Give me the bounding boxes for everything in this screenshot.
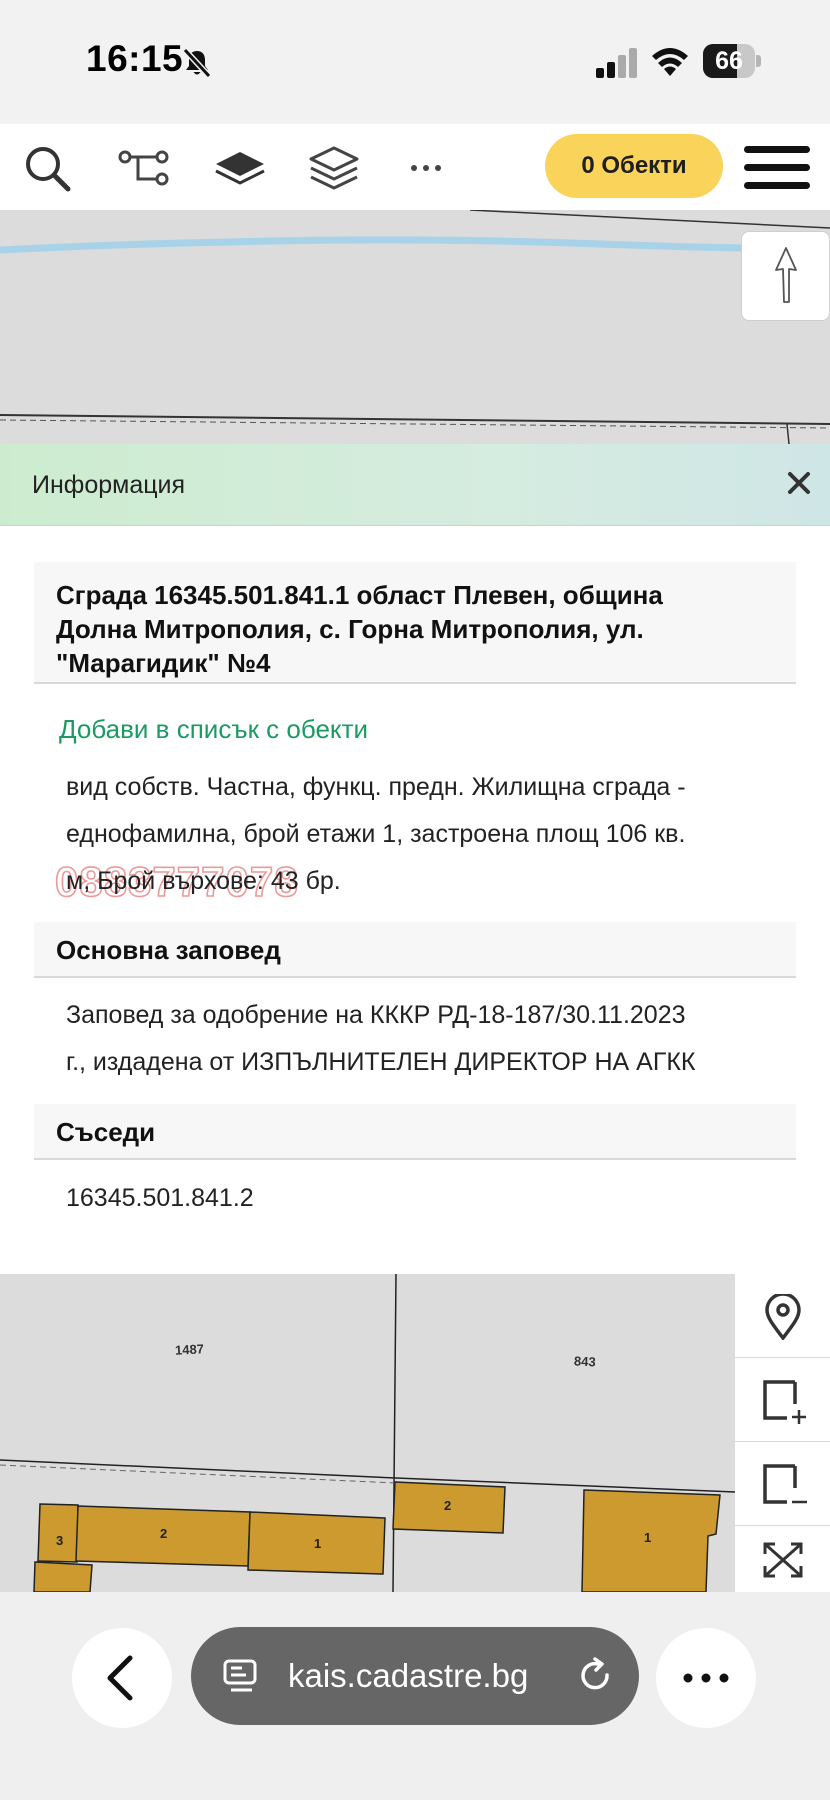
- browser-bottom-bar: kais.cadastre.bg: [0, 1592, 830, 1800]
- battery-level-text: 66: [715, 47, 743, 75]
- search-icon[interactable]: [22, 144, 74, 192]
- building-number: 2: [444, 1498, 452, 1513]
- route-icon[interactable]: [118, 144, 170, 192]
- hamburger-menu-icon[interactable]: [744, 144, 810, 192]
- select-remove-button[interactable]: [735, 1442, 830, 1526]
- map-toolbar: 0 Обекти: [0, 124, 830, 210]
- info-panel-header: Информация: [0, 444, 830, 526]
- description-line: вид собств. Частна, функц. предн. Жилищн…: [66, 773, 686, 801]
- neighbor-link[interactable]: 16345.501.841.2: [66, 1178, 254, 1218]
- battery-icon: 66: [703, 44, 761, 78]
- location-button[interactable]: [735, 1274, 830, 1358]
- order-line: Заповед за одобрение на КККР РД-18-187/3…: [66, 1001, 686, 1029]
- map-view-bottom[interactable]: 1487 843 3 2 1 2 1: [0, 1274, 830, 1592]
- fullscreen-button[interactable]: [735, 1526, 830, 1592]
- building-number: 1: [314, 1536, 322, 1551]
- building-number: 1: [644, 1530, 652, 1545]
- bell-muted-icon: [182, 47, 212, 79]
- app-root: 16:15 66 0 Обекти Информация Сграда 1634…: [0, 0, 830, 1800]
- order-line: г., издадена от ИЗПЪЛНИТЕЛЕН ДИРЕКТОР НА…: [66, 1048, 696, 1076]
- layer-icon[interactable]: [214, 144, 266, 192]
- neighbors-heading: Съседи: [34, 1104, 796, 1160]
- select-add-button[interactable]: [735, 1358, 830, 1442]
- object-title-line: Сграда 16345.501.841.1 област Плевен, об…: [56, 580, 663, 610]
- map-view-top[interactable]: [0, 210, 830, 444]
- info-panel-title: Информация: [32, 471, 186, 499]
- map-canvas-top: [0, 210, 830, 444]
- object-title-line: Долна Митрополия, с. Горна Митрополия, у…: [56, 614, 644, 644]
- location-pin-icon: [765, 1294, 801, 1340]
- wifi-icon: [652, 48, 688, 76]
- info-panel-body: Сграда 16345.501.841.1 област Плевен, об…: [0, 526, 830, 1274]
- browser-more-button[interactable]: [656, 1628, 756, 1728]
- building-number: 3: [56, 1533, 64, 1548]
- objects-button[interactable]: 0 Обекти: [545, 134, 723, 198]
- description-line: еднофамилна, брой етажи 1, застроена пло…: [66, 820, 686, 848]
- building-number: 2: [160, 1526, 168, 1541]
- status-bar: 16:15 66: [0, 0, 830, 124]
- back-chevron-icon: [107, 1655, 133, 1701]
- url-text: kais.cadastre.bg: [288, 1657, 529, 1694]
- parcel-label: 1487: [174, 1341, 205, 1358]
- map-canvas-bottom: [0, 1274, 736, 1592]
- north-arrow-icon: [775, 247, 797, 303]
- fullscreen-icon: [763, 1542, 803, 1578]
- layers-stack-icon[interactable]: [308, 144, 360, 192]
- object-title: Сграда 16345.501.841.1 област Плевен, об…: [34, 562, 796, 684]
- select-add-icon: [763, 1380, 806, 1424]
- building-footprint: [33, 1561, 93, 1592]
- cellular-signal-icon: [596, 48, 637, 78]
- status-time: 16:15: [86, 38, 184, 79]
- object-title-line: "Марагидик" №4: [56, 648, 271, 678]
- more-dots-icon[interactable]: [400, 144, 452, 192]
- close-icon[interactable]: [784, 468, 814, 498]
- north-arrow-button[interactable]: [741, 231, 830, 321]
- description-line: м, Брой върхове: 43 бр.: [66, 867, 341, 895]
- more-horizontal-icon: [683, 1673, 729, 1683]
- parcel-label: 843: [573, 1353, 597, 1370]
- page-tabs-icon: [223, 1659, 257, 1692]
- order-heading: Основна заповед: [34, 922, 796, 978]
- add-to-list-link[interactable]: Добави в списък с обекти: [59, 714, 368, 745]
- address-bar[interactable]: kais.cadastre.bg: [191, 1627, 639, 1725]
- reload-icon[interactable]: [576, 1656, 616, 1696]
- browser-back-button[interactable]: [72, 1628, 172, 1728]
- select-remove-icon: [763, 1464, 807, 1504]
